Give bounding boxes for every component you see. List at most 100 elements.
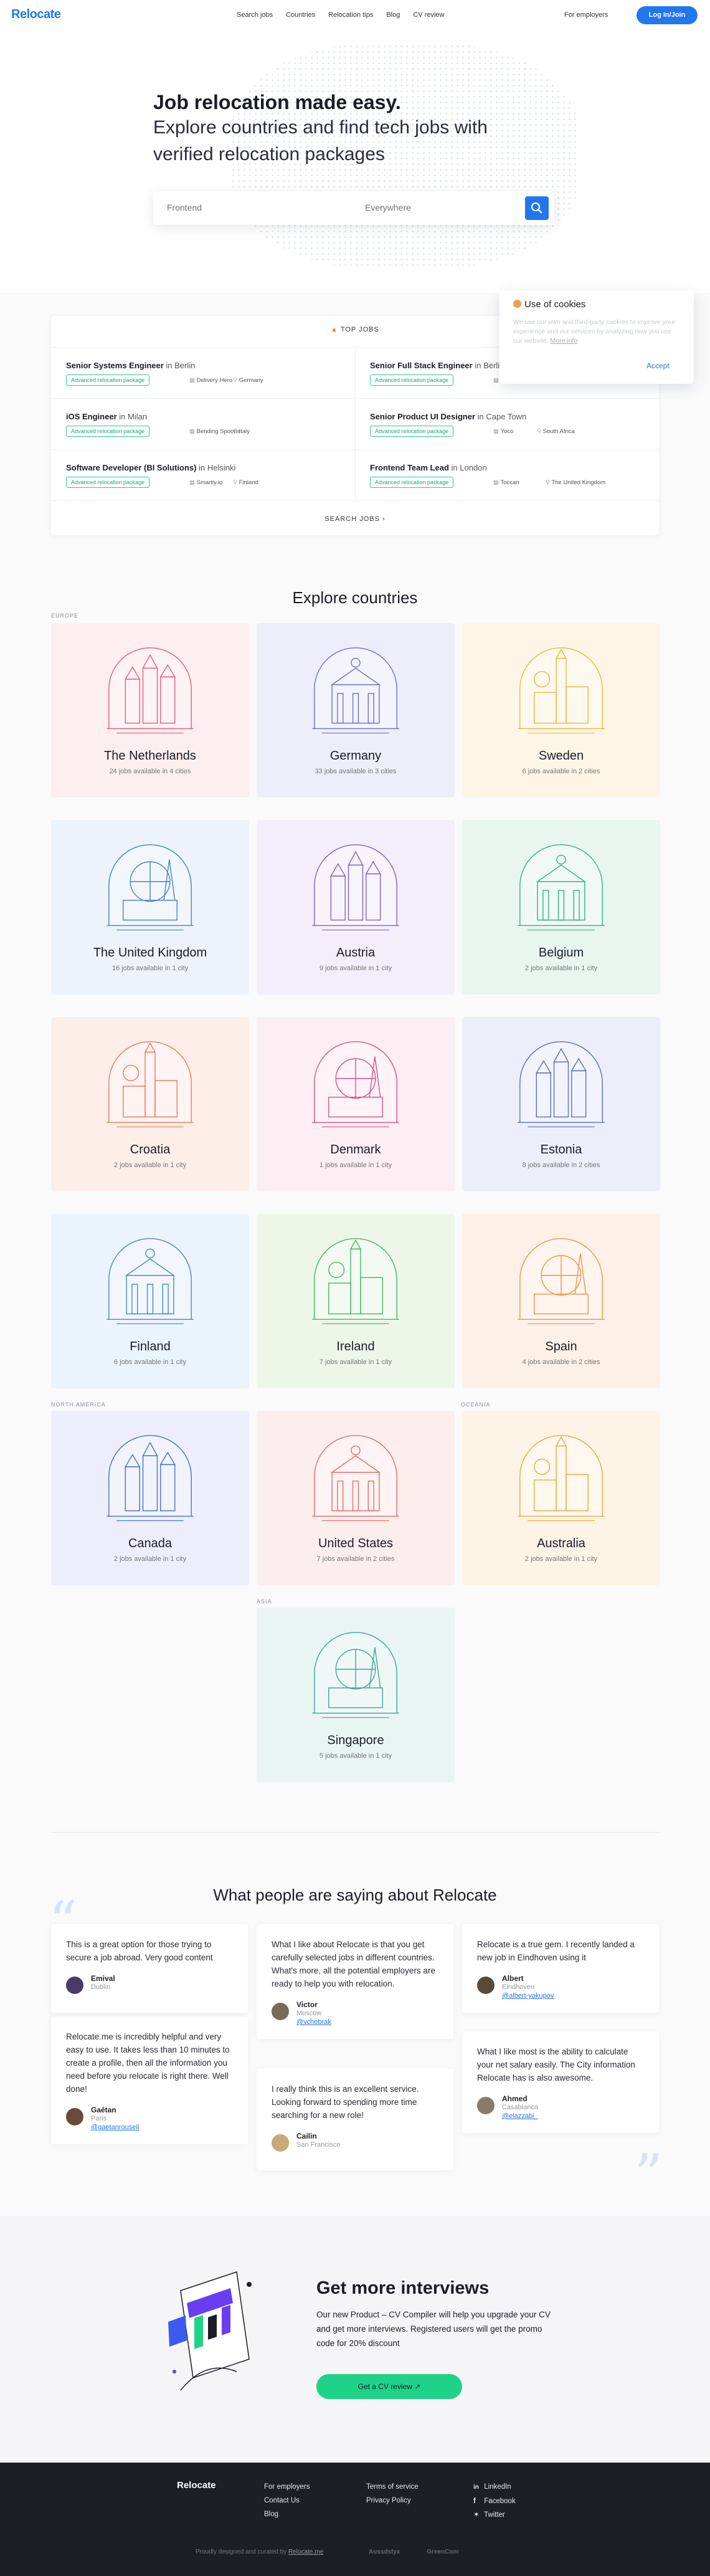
relocation-badge: Advanced relocation package — [370, 477, 454, 488]
footer-col-2: Terms of service Privacy Policy — [366, 2480, 419, 2507]
job-card[interactable]: Software Developer (BI Solutions) in Hel… — [51, 449, 348, 499]
avatar — [66, 1977, 83, 1994]
country-name[interactable]: Germany — [257, 749, 455, 763]
footer-link-contact[interactable]: Contact Us — [264, 2494, 310, 2507]
review-author: Victor Moscow @vchebrak — [272, 2000, 438, 2026]
country-card[interactable]: Canada 2 jobs available in 1 city — [51, 1411, 249, 1585]
country-card[interactable]: Croatia 2 jobs available in 1 city — [51, 1017, 249, 1191]
login-button[interactable]: Log In/Join — [637, 6, 698, 24]
job-title[interactable]: Senior Product UI Designer in Cape Town — [370, 412, 526, 421]
quote-close-icon: ” — [634, 2142, 663, 2208]
job-card[interactable]: Senior Systems Engineer in Berlin Advanc… — [51, 347, 348, 397]
country-name[interactable]: Croatia — [51, 1143, 249, 1157]
footer-linkedin[interactable]: in LinkedIn — [473, 2480, 516, 2494]
country-name[interactable]: Belgium — [462, 946, 660, 960]
job-location: ⚲ Finland — [233, 479, 258, 486]
country-illustration — [312, 844, 399, 930]
footer-twitter[interactable]: ✶ Twitter — [473, 2508, 516, 2522]
nav-search-jobs[interactable]: Search jobs — [237, 11, 273, 19]
country-card[interactable]: The United Kingdom 16 jobs available in … — [51, 820, 249, 995]
country-name[interactable]: Denmark — [257, 1143, 455, 1157]
country-card[interactable]: Denmark 1 jobs available in 1 city — [257, 1017, 455, 1191]
location-input[interactable] — [365, 203, 514, 212]
search-input[interactable] — [167, 203, 329, 212]
country-name[interactable]: Finland — [51, 1340, 249, 1354]
country-card[interactable]: Germany 33 jobs available in 3 cities — [257, 623, 455, 798]
review-text: What I like most is the ability to calcu… — [477, 2047, 635, 2082]
job-title[interactable]: iOS Engineer in Milan — [66, 412, 147, 421]
job-title[interactable]: Software Developer (BI Solutions) in Hel… — [66, 463, 235, 472]
relocation-badge: Advanced relocation package — [66, 477, 150, 488]
hero-subtitle-2: verified relocation packages — [153, 144, 385, 165]
credit-link[interactable]: Relocate.me — [288, 2549, 323, 2555]
author-handle-link[interactable]: @elazzabi_ — [502, 2112, 538, 2120]
country-card[interactable]: Sweden 6 jobs available in 2 cities — [462, 623, 660, 798]
pin-icon: ⚲ — [233, 377, 237, 384]
footer: Relocate For employers Contact Us Blog T… — [0, 2463, 710, 2576]
author-handle-link[interactable]: @albert-yakupov — [502, 1992, 554, 2000]
footer-link-privacy[interactable]: Privacy Policy — [366, 2494, 419, 2507]
country-jobs-count: 2 jobs available in 1 city — [524, 965, 598, 972]
country-card[interactable]: United States 7 jobs available in 2 citi… — [257, 1411, 455, 1585]
job-card[interactable]: Frontend Team Lead in London Advanced re… — [355, 449, 651, 499]
country-card[interactable]: Singapore 5 jobs available in 1 city — [257, 1608, 455, 1782]
country-name[interactable]: Spain — [462, 1340, 660, 1354]
avatar — [272, 2134, 289, 2152]
footer-link-employers[interactable]: For employers — [264, 2480, 310, 2494]
country-jobs-count: 6 jobs available in 2 cities — [522, 768, 600, 775]
country-illustration — [312, 1435, 399, 1521]
job-card[interactable]: iOS Engineer in Milan Advanced relocatio… — [51, 398, 348, 448]
relocation-badge: Advanced relocation package — [370, 374, 454, 386]
country-card[interactable]: Austria 9 jobs available in 1 city — [257, 820, 455, 995]
country-name[interactable]: Estonia — [462, 1143, 660, 1157]
country-card[interactable]: The Netherlands 24 jobs available in 4 c… — [51, 623, 249, 798]
cookie-more-info-link[interactable]: More info — [551, 337, 578, 345]
footer-link-terms[interactable]: Terms of service — [366, 2480, 419, 2494]
search-button[interactable] — [525, 196, 549, 220]
nav-cv-review[interactable]: CV review — [413, 11, 444, 19]
country-name[interactable]: Singapore — [257, 1734, 455, 1748]
country-card[interactable]: Australia 2 jobs available in 1 city — [462, 1411, 660, 1585]
country-name[interactable]: Austria — [257, 946, 455, 960]
country-jobs-count: 24 jobs available in 4 cities — [109, 768, 191, 775]
nav-relocation-tips[interactable]: Relocation tips — [328, 11, 373, 19]
country-card[interactable]: Spain 4 jobs available in 2 cities — [462, 1214, 660, 1388]
nav-blog[interactable]: Blog — [386, 11, 400, 19]
linkedin-icon: in — [473, 2484, 479, 2491]
country-jobs-count: 7 jobs available in 2 cities — [316, 1555, 395, 1563]
country-name[interactable]: Australia — [462, 1537, 660, 1551]
cookie-title: Use of cookies — [513, 299, 585, 310]
country-card[interactable]: Estonia 8 jobs available in 2 cities — [462, 1017, 660, 1191]
avatar — [66, 2108, 83, 2125]
for-employers-link[interactable]: For employers — [564, 11, 608, 19]
footer-logo[interactable]: Relocate — [177, 2480, 216, 2491]
cookie-accept-button[interactable]: Accept — [646, 361, 670, 370]
country-name[interactable]: Canada — [51, 1537, 249, 1551]
country-name[interactable]: United States — [257, 1537, 455, 1551]
country-card[interactable]: Ireland 7 jobs available in 1 city — [257, 1214, 455, 1388]
nav-countries[interactable]: Countries — [286, 11, 315, 19]
author-city: Paris — [91, 2115, 107, 2122]
logo[interactable]: Relocate — [11, 7, 61, 22]
country-illustration — [518, 1435, 605, 1521]
footer-facebook[interactable]: f Facebook — [473, 2494, 516, 2508]
get-cv-review-button[interactable]: Get a CV review ↗ — [316, 2374, 462, 2399]
country-card[interactable]: Belgium 2 jobs available in 1 city — [462, 820, 660, 995]
search-jobs-link[interactable]: SEARCH JOBS › — [51, 515, 659, 523]
country-name[interactable]: The United Kingdom — [51, 946, 249, 960]
country-name[interactable]: The Netherlands — [51, 749, 249, 763]
country-card[interactable]: Finland 6 jobs available in 1 city — [51, 1214, 249, 1388]
country-jobs-count: 4 jobs available in 2 cities — [522, 1358, 600, 1366]
job-title[interactable]: Frontend Team Lead in London — [370, 463, 487, 472]
country-illustration — [312, 1041, 399, 1127]
author-handle-link[interactable]: @vchebrak — [296, 2018, 331, 2026]
country-jobs-count: 2 jobs available in 1 city — [524, 1555, 598, 1563]
footer-link-blog[interactable]: Blog — [264, 2507, 310, 2521]
country-name[interactable]: Sweden — [462, 749, 660, 763]
author-handle-link[interactable]: @gaetanrouseil — [91, 2124, 139, 2131]
job-title[interactable]: Senior Systems Engineer in Berlin — [66, 361, 195, 370]
job-title[interactable]: Senior Full Stack Engineer in Berlin — [370, 361, 504, 370]
job-card[interactable]: Senior Product UI Designer in Cape Town … — [355, 398, 651, 448]
building-icon: ▦ — [189, 428, 195, 435]
country-name[interactable]: Ireland — [257, 1340, 455, 1354]
